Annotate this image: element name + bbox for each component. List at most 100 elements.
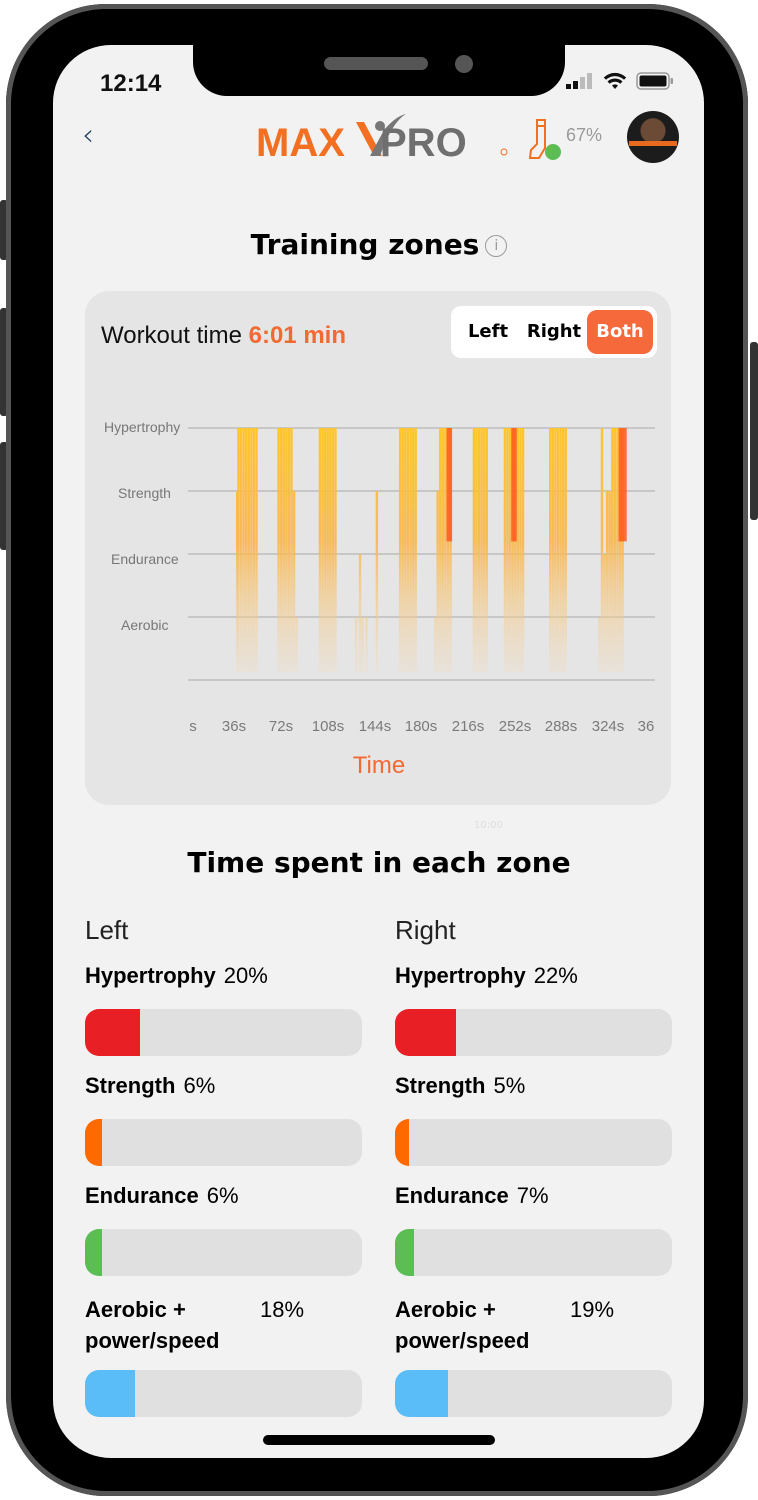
zone-percent: 22%: [533, 963, 578, 988]
zone-bar: [285, 428, 288, 672]
zone-percent: 19%: [570, 1297, 615, 1322]
zone-bar: [503, 428, 507, 672]
zone-bar: [358, 554, 362, 672]
zone-name: Strength: [395, 1073, 486, 1098]
zone-bar: [404, 428, 407, 672]
zone-bar: [406, 428, 410, 672]
zone-bar: [295, 617, 298, 672]
zones-section-title: Time spent in each zone: [187, 846, 571, 879]
zone-bar: [365, 617, 368, 672]
zone-bar-intense: [513, 428, 517, 542]
zone-bar: [516, 428, 520, 672]
zone-percent: 18%: [260, 1297, 305, 1322]
zone-bar: [361, 617, 364, 672]
zone-bar: [354, 617, 358, 672]
zone-bar: [433, 617, 437, 672]
zone-bar: [554, 428, 557, 672]
zone-bar: [292, 491, 296, 672]
x-tick-label: 252s: [498, 718, 532, 735]
zone-label-right: Strength 5%: [395, 1073, 525, 1099]
x-tick-label: 144s: [358, 718, 392, 735]
zone-progress-fill: [395, 1229, 415, 1276]
zone-progress-bar: [395, 1009, 672, 1056]
zone-bar: [549, 428, 552, 672]
zone-bar: [508, 428, 512, 672]
zone-bar: [605, 491, 609, 672]
zone-bar: [483, 428, 486, 672]
zone-bar: [506, 428, 509, 672]
zone-label-right: Aerobic + power/speed 19%: [395, 1294, 635, 1356]
zone-bar: [331, 428, 335, 672]
zone-bar: [598, 617, 601, 672]
zone-bar-intense: [623, 428, 627, 542]
zone-bar: [475, 428, 478, 672]
zone-progress-bar: [85, 1009, 362, 1056]
zone-bar: [255, 428, 258, 672]
zone-bar: [485, 428, 489, 672]
zone-label-left: Strength 6%: [85, 1073, 215, 1099]
zone-bar: [519, 428, 522, 672]
zone-bar: [603, 554, 606, 672]
faint-time-label: 10:00: [474, 820, 503, 831]
x-axis-title: Time: [352, 752, 406, 779]
zone-name: Hypertrophy: [395, 963, 526, 988]
zone-label-right: Hypertrophy 22%: [395, 963, 578, 989]
zone-progress-fill: [395, 1009, 456, 1056]
zone-bar: [472, 428, 476, 672]
zone-bar: [556, 428, 560, 672]
zone-bar: [441, 428, 445, 672]
zone-bar: [247, 428, 251, 672]
zone-bar: [321, 428, 324, 672]
zone-bar: [242, 428, 245, 672]
zone-bar: [521, 428, 525, 672]
zone-bar: [287, 428, 291, 672]
x-tick-label: 216s: [451, 718, 485, 735]
zone-bar: [329, 428, 332, 672]
zone-bar: [318, 428, 322, 672]
x-tick-label: 36s: [221, 718, 247, 735]
x-tick-label: 72s: [268, 718, 294, 735]
zone-bar: [564, 428, 567, 672]
zone-progress-fill: [85, 1119, 102, 1166]
x-tick-label: 288s: [544, 718, 578, 735]
zone-label-left: Aerobic + power/speed 18%: [85, 1294, 325, 1356]
x-tick-label: 180s: [404, 718, 438, 735]
zone-bar: [477, 428, 481, 672]
x-tick-label: 108s: [311, 718, 345, 735]
zone-bar: [559, 428, 562, 672]
x-tick-label: s: [189, 718, 197, 735]
zone-progress-bar: [395, 1119, 672, 1166]
right-heading: Right: [395, 915, 456, 945]
zone-bar: [616, 428, 619, 672]
zone-bar: [237, 428, 240, 672]
zone-bar: [282, 428, 285, 672]
zone-bar: [375, 491, 379, 672]
zone-progress-bar: [85, 1229, 362, 1276]
zone-bar: [611, 428, 614, 672]
zone-name: Endurance: [395, 1183, 509, 1208]
zone-bar-intense: [511, 428, 515, 542]
zone-bar: [414, 428, 417, 672]
zone-bar: [480, 428, 483, 672]
zone-percent: 5%: [493, 1073, 526, 1098]
training-zones-chart: [188, 427, 655, 681]
zone-bar: [290, 428, 293, 672]
zone-bar: [250, 428, 253, 672]
zone-bar-intense: [449, 428, 453, 542]
zone-name: Strength: [85, 1073, 176, 1098]
zone-bar: [613, 428, 617, 672]
zone-name: Hypertrophy: [85, 963, 216, 988]
zone-bar: [334, 428, 337, 672]
x-tick-label: 324s: [591, 718, 625, 735]
home-indicator[interactable]: [263, 1435, 495, 1445]
zone-progress-bar: [395, 1370, 672, 1417]
zone-bar-intense: [618, 428, 622, 542]
x-tick-label: 36: [637, 718, 655, 735]
zone-bar: [398, 428, 402, 672]
zone-progress-bar: [85, 1370, 362, 1417]
zone-bar-intense: [621, 428, 625, 542]
zone-bar: [608, 491, 611, 672]
zone-label-right: Endurance 7%: [395, 1183, 549, 1209]
zone-progress-fill: [395, 1119, 409, 1166]
zone-bar: [551, 428, 555, 672]
